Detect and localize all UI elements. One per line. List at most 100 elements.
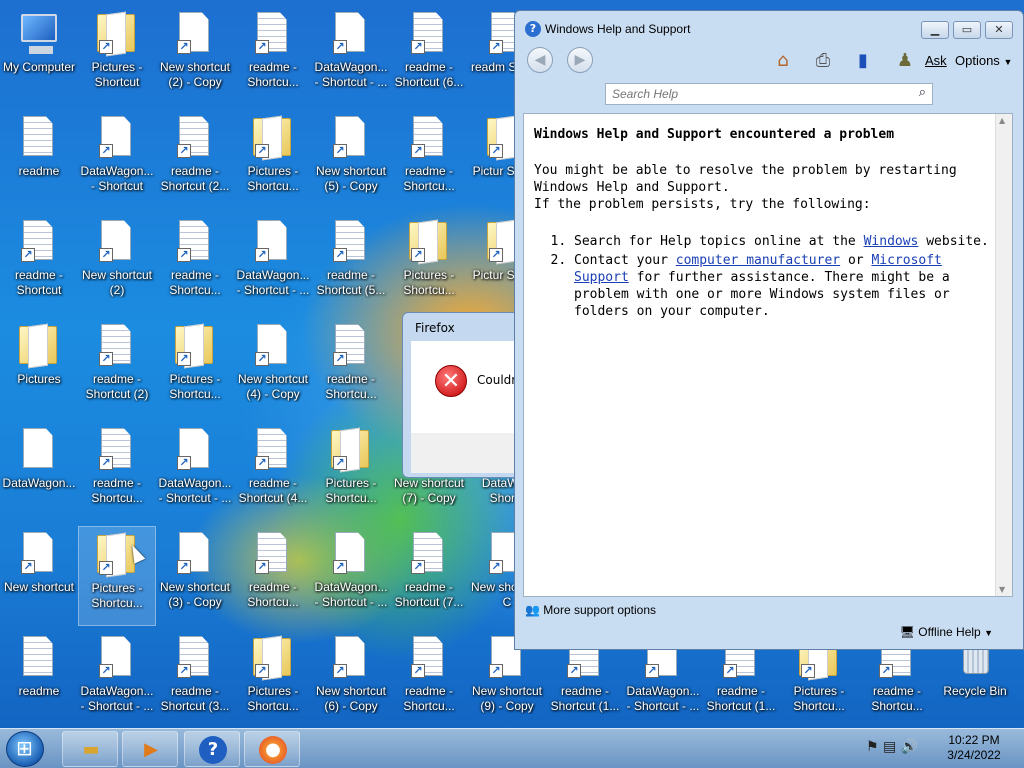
ask-button[interactable]: Ask	[925, 53, 947, 68]
close-button[interactable]: ✕	[985, 21, 1013, 39]
desktop-icon[interactable]: Pictures	[0, 318, 78, 418]
help-window[interactable]: ? Windows Help and Support ▁ ▭ ✕ ◀ ▶ ⌂ ⎙…	[514, 10, 1024, 650]
desktop-icon[interactable]: DataWagon...	[0, 422, 78, 522]
desktop-icon[interactable]: ↗ DataWagon... - Shortcut - ...	[78, 630, 156, 728]
desktop-icon[interactable]: ↗ DataWagon... - Shortcut - ...	[156, 422, 234, 522]
help-content: Windows Help and Support encountered a p…	[523, 113, 1013, 597]
clock[interactable]: 10:22 PM 3/24/2022	[944, 733, 1004, 763]
shortcut-arrow-icon: ↗	[489, 248, 503, 262]
minimize-button[interactable]: ▁	[921, 21, 949, 39]
desktop-icon[interactable]: ↗ DataWagon... - Shortcut - ...	[234, 214, 312, 314]
shortcut-arrow-icon: ↗	[255, 456, 269, 470]
desktop-icon-label: readme - Shortcu...	[247, 580, 299, 609]
text-file-icon	[19, 634, 59, 680]
taskbar-firefox[interactable]: ●	[244, 731, 300, 767]
desktop-icon-label: readme - Shortcut (7...	[394, 580, 464, 609]
desktop-icon[interactable]: ↗ New shortcut (3) - Copy	[156, 526, 234, 626]
desktop-icon[interactable]: ↗ readme - Shortcut (2...	[156, 110, 234, 210]
desktop-icon[interactable]: ↗ DataWagon... - Shortcut - ...	[312, 6, 390, 106]
desktop-icon[interactable]: ↗ readme - Shortcu...	[78, 422, 156, 522]
desktop-icon-label: readme	[18, 684, 60, 698]
desktop-icon-label: readme - Shortcut (6...	[394, 60, 464, 89]
desktop-icon[interactable]: ↗ New shortcut (5) - Copy	[312, 110, 390, 210]
desktop-icon[interactable]: ↗ DataWagon... - Shortcut	[78, 110, 156, 210]
taskbar-explorer[interactable]: ▬	[62, 731, 118, 767]
network-icon[interactable]: ▤	[883, 739, 896, 755]
desktop-icon[interactable]: ↗ readme - Shortcut (6...	[390, 6, 468, 106]
desktop-icon[interactable]: ↗ New shortcut (2)	[78, 214, 156, 314]
desktop-icon[interactable]: ↗ New shortcut	[0, 526, 78, 626]
more-support-options[interactable]: 👥 More support options	[525, 603, 656, 617]
desktop-icon[interactable]: ↗ New shortcut (2) - Copy	[156, 6, 234, 106]
vertical-scrollbar[interactable]: ▲ ▼	[995, 114, 1012, 596]
ask-icon[interactable]: ♟	[893, 49, 917, 73]
start-button[interactable]	[6, 731, 44, 767]
step-1-text: Search for Help topics online at the	[574, 234, 864, 249]
desktop-icon-label: Pictures - Shortcu...	[247, 684, 299, 713]
volume-icon[interactable]: 🔊	[901, 739, 918, 755]
desktop-icon[interactable]: ↗ readme - Shortcut	[0, 214, 78, 314]
action-center-icon[interactable]: ⚑	[866, 739, 879, 755]
desktop-icon[interactable]: ↗ readme - Shortcut (2)	[78, 318, 156, 418]
search-icon[interactable]: ⌕	[919, 85, 926, 100]
desktop-icon[interactable]: ↗ DataWagon... - Shortcut - ...	[312, 526, 390, 626]
desktop-icon-label: readme - Shortcu...	[871, 684, 923, 713]
desktop-icon[interactable]: readme	[0, 110, 78, 210]
desktop-icon-label: Recycle Bin	[943, 684, 1007, 698]
desktop-icon[interactable]: ↗ Pictures - Shortcu...	[234, 110, 312, 210]
offline-help-menu[interactable]: 🖥 Offline Help ▼	[900, 625, 993, 639]
search-box[interactable]: ⌕	[605, 83, 933, 105]
desktop-icon[interactable]: ↗ readme - Shortcu...	[390, 110, 468, 210]
step-2-or: or	[840, 253, 872, 268]
desktop-icon[interactable]: ↗ Pictures - Shortcut	[78, 6, 156, 106]
desktop-icon[interactable]: ↗ readme - Shortcu...	[390, 630, 468, 728]
system-tray: ⚑ ▤ 🔊	[866, 739, 918, 755]
taskbar-media-player[interactable]: ▶	[122, 731, 178, 767]
text-file-icon: ↗	[409, 114, 449, 160]
shortcut-arrow-icon: ↗	[411, 248, 425, 262]
scroll-up-icon[interactable]: ▲	[999, 116, 1005, 125]
desktop-icon[interactable]: ↗ readme - Shortcu...	[312, 318, 390, 418]
back-button[interactable]: ◀	[527, 47, 553, 73]
title-bar[interactable]: ? Windows Help and Support ▁ ▭ ✕	[515, 11, 1023, 41]
desktop-icon[interactable]: ↗ readme - Shortcut (7...	[390, 526, 468, 626]
desktop-icon[interactable]: My Computer	[0, 6, 78, 106]
search-input[interactable]	[606, 84, 906, 104]
desktop-icon-label: DataWagon... - Shortcut	[80, 164, 154, 193]
taskbar-help[interactable]: ?	[184, 731, 240, 767]
desktop-icon[interactable]: ↗ readme - Shortcut (5...	[312, 214, 390, 314]
shortcut-arrow-icon: ↗	[333, 352, 347, 366]
desktop-icon[interactable]: readme	[0, 630, 78, 728]
more-support-label: More support options	[543, 603, 657, 617]
folder-icon: ↗	[409, 218, 449, 264]
desktop-icon[interactable]: ↗ readme - Shortcu...	[234, 526, 312, 626]
print-icon[interactable]: ⎙	[811, 49, 835, 73]
options-menu[interactable]: Options ▼	[955, 53, 1012, 68]
maximize-button[interactable]: ▭	[953, 21, 981, 39]
home-icon[interactable]: ⌂	[771, 49, 795, 73]
shortcut-arrow-icon: ↗	[99, 144, 113, 158]
desktop-icon[interactable]: ↗ New shortcut (6) - Copy	[312, 630, 390, 728]
desktop-icon[interactable]: ↗ New shortcut (4) - Copy	[234, 318, 312, 418]
shortcut-arrow-icon: ↗	[21, 248, 35, 262]
desktop-icon[interactable]: ↗ Pictures - Shortcu...	[156, 318, 234, 418]
forward-button[interactable]: ▶	[567, 47, 593, 73]
desktop-icon[interactable]: ↗ readme - Shortcu...	[234, 6, 312, 106]
shortcut-arrow-icon: ↗	[801, 664, 815, 678]
browse-help-icon[interactable]: ▮	[851, 49, 875, 73]
windows-website-link[interactable]: Windows	[864, 234, 919, 249]
desktop-icon[interactable]: ↗ Pictures - Shortcu...	[312, 422, 390, 522]
desktop-icon-label: Pictures - Shortcu...	[247, 164, 299, 193]
computer-manufacturer-link[interactable]: computer manufacturer	[676, 253, 840, 268]
folder-icon	[19, 322, 59, 368]
desktop-icon[interactable]: ↗ readme - Shortcut (4...	[234, 422, 312, 522]
shortcut-arrow-icon: ↗	[99, 456, 113, 470]
desktop-icon[interactable]: ↗ readme - Shortcu...	[156, 214, 234, 314]
scroll-down-icon[interactable]: ▼	[999, 585, 1005, 594]
desktop-icon[interactable]: ↗ Pictures - Shortcu...	[234, 630, 312, 728]
desktop-icon[interactable]: ↗ Pictures - Shortcu...	[78, 526, 156, 626]
desktop-icon-label: readme - Shortcut (5...	[316, 268, 386, 297]
desktop-icon[interactable]: ↗ Pictures - Shortcu...	[390, 214, 468, 314]
desktop-icon[interactable]: ↗ readme - Shortcut (3...	[156, 630, 234, 728]
firefox-error-dialog[interactable]: Firefox ✕ Couldn	[402, 312, 532, 478]
